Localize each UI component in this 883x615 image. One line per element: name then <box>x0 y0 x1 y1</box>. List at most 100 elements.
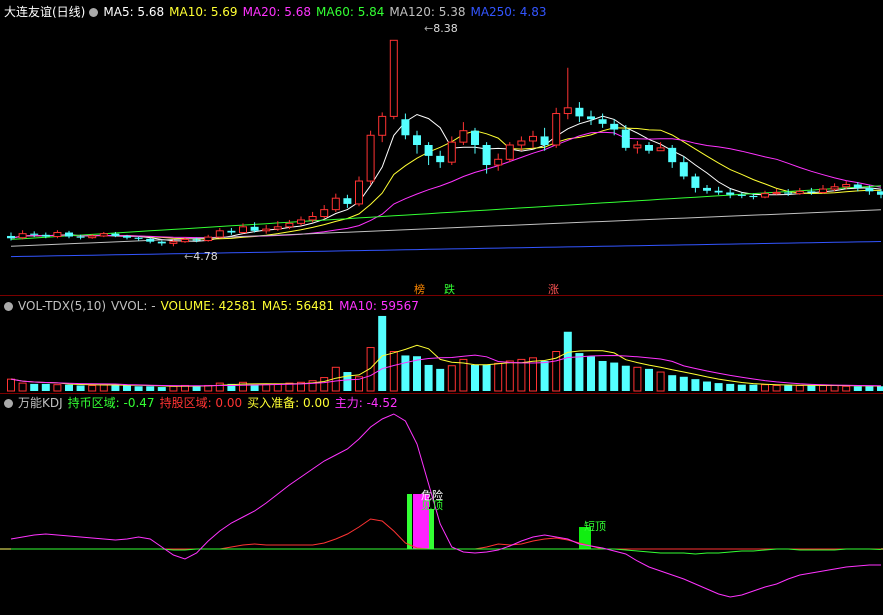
volume-bar <box>703 381 711 391</box>
high-price-label: ←8.38 <box>424 22 458 35</box>
candle-body <box>343 198 352 204</box>
marker-die[interactable]: 跌 <box>444 283 455 296</box>
volume-bar <box>761 384 769 392</box>
candle-body <box>621 129 630 148</box>
candle-body <box>517 140 526 146</box>
candle-body <box>447 141 456 163</box>
candle-body <box>157 241 166 244</box>
vol-ma10-line <box>10 354 882 387</box>
candle-body <box>505 144 514 160</box>
ma-indicator-0: MA5: 5.68 <box>103 5 165 19</box>
candle-body <box>726 192 735 195</box>
vol-ma5-line <box>10 344 882 387</box>
candle-body <box>668 147 677 163</box>
volume-bar <box>575 353 584 391</box>
candle-body <box>88 235 97 239</box>
candle-body <box>413 135 421 145</box>
volume-bar <box>134 386 143 391</box>
candle-body <box>679 162 688 177</box>
volume-bar <box>691 379 700 391</box>
volume-bar <box>389 351 398 392</box>
ma-indicator-1: MA10: 5.69 <box>169 5 238 19</box>
volume-bar <box>563 331 572 391</box>
candle-body <box>703 187 711 191</box>
candle-body <box>320 209 329 218</box>
volume-bar <box>656 371 665 392</box>
candle-body <box>436 155 445 163</box>
candle-body <box>18 233 27 239</box>
volume-bar <box>7 378 15 392</box>
volume-bar <box>343 372 352 391</box>
candle-body <box>227 230 236 233</box>
candle-body <box>355 180 363 205</box>
volume-bar <box>505 360 514 392</box>
candle-body <box>65 232 73 237</box>
settings-icon[interactable] <box>4 302 13 311</box>
candle-body <box>378 115 387 136</box>
annotation-short-top: 短顶 <box>584 520 606 533</box>
settings-icon[interactable] <box>4 399 13 408</box>
volume-bar <box>784 385 793 391</box>
ma250-line <box>10 241 882 258</box>
volume-bar <box>76 385 85 391</box>
volume-bar <box>853 386 862 391</box>
volume-bar <box>668 375 677 391</box>
ma120-line <box>10 209 882 247</box>
candle-body <box>761 193 769 198</box>
kdj-main-line <box>10 413 881 598</box>
settings-icon[interactable] <box>89 8 99 17</box>
volume-bar <box>679 376 688 391</box>
candle-body <box>656 147 665 152</box>
candle-body <box>737 194 746 196</box>
volume-bar <box>587 356 595 391</box>
candle-body <box>877 191 883 195</box>
candle-body <box>192 239 201 241</box>
kdj-indicator-0: 持币区域: -0.47 <box>67 396 155 410</box>
marker-zhang-text: 涨 <box>548 283 559 296</box>
candle-body <box>494 158 503 166</box>
candle-body <box>250 226 259 231</box>
candle-body <box>714 190 723 193</box>
candle-body <box>772 191 781 195</box>
volume-bar <box>111 384 120 391</box>
vol-indicator-2: MA5: 56481 <box>261 299 335 313</box>
volume-bar <box>471 364 479 391</box>
panel-separator-1 <box>0 295 883 296</box>
volume-bar <box>819 384 827 392</box>
kdj-panel-header: 万能KDJ 持币区域: -0.47 持股区域: 0.00 买入准备: 0.00 主力: … <box>4 396 408 410</box>
volume-bar <box>157 387 166 391</box>
candle-body <box>587 116 595 120</box>
volume-bar <box>413 356 421 391</box>
ma-indicator-3: MA60: 5.84 <box>316 5 385 19</box>
moving-averages <box>10 113 882 258</box>
volume-bar <box>41 383 50 391</box>
candle-body <box>297 219 305 224</box>
annotation-top-text: 见顶 <box>421 499 443 512</box>
candle-body <box>285 222 294 228</box>
candle-body <box>610 123 619 130</box>
candle-body <box>482 145 491 166</box>
low-price-label: ←4.78 <box>184 250 218 263</box>
low-price-value: 4.78 <box>193 250 218 263</box>
candle-body <box>53 232 62 238</box>
vol-panel-title: VOL-TDX(5,10) <box>18 299 107 313</box>
kdj-cash-line <box>11 548 882 555</box>
volume-bar <box>18 382 27 392</box>
volume-bar <box>436 368 445 391</box>
candle-body <box>830 186 839 190</box>
candle-body <box>181 238 189 243</box>
volume-bars <box>7 315 883 392</box>
volume-bar <box>621 365 630 391</box>
marker-bang[interactable]: 榜 <box>414 283 425 296</box>
volume-bar <box>378 315 387 391</box>
marker-zhang[interactable]: 涨 <box>548 283 559 296</box>
candle-body <box>215 230 224 238</box>
volume-bar <box>772 384 781 392</box>
ma-indicators: MA5: 5.68 MA10: 5.69 MA20: 5.68 MA60: 5.84 M… <box>103 5 551 19</box>
volume-bar <box>714 383 723 391</box>
candle-body <box>795 190 804 195</box>
ma60-line <box>10 185 882 240</box>
volume-bar <box>99 384 108 392</box>
candle-body <box>471 130 479 145</box>
ma-indicator-2: MA20: 5.68 <box>242 5 311 19</box>
